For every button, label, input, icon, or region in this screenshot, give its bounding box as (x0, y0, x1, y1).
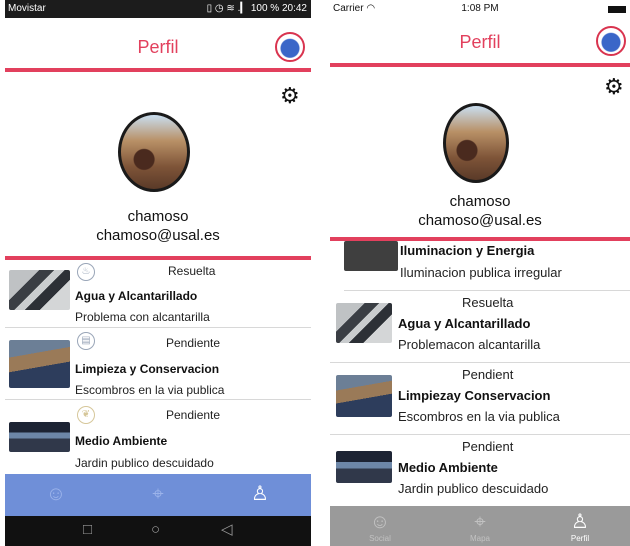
android-screen: Movistar ▯ ◷ ≋ .▎ 100 % 20:42 Perfil ⚙ c… (5, 0, 311, 546)
page-title: Perfil (137, 37, 179, 57)
incident-category: Iluminacion y Energia (400, 243, 535, 258)
profile-name: chamoso (449, 193, 511, 210)
status-bar: Carrier ◠ 1:08 PM (330, 0, 630, 18)
tab-social[interactable]: ☺ Social (330, 506, 430, 546)
list-item[interactable]: Pendient Medio Ambiente Jardin publico d… (330, 435, 630, 506)
incident-category: Limpieza y Conservacion (75, 362, 220, 376)
tab-profile[interactable]: ♙ (209, 474, 311, 516)
android-nav-bar: □ ○ ◁ (5, 516, 311, 546)
profile-name: chamoso (127, 208, 189, 225)
gear-icon[interactable]: ⚙ (604, 76, 624, 98)
incident-category: Agua y Alcantarillado (75, 289, 198, 303)
social-icon: ☺ (369, 511, 391, 533)
list-item[interactable]: Iluminacion y Energia Iluminacion public… (344, 241, 630, 291)
list-item[interactable]: Resuelta Agua y Alcantarillado Problemac… (330, 291, 630, 363)
status-icons: ▯ ◷ ≋ .▎ (206, 3, 249, 14)
list-item[interactable]: ▤ Pendiente Limpieza y Conservacion Esco… (5, 328, 311, 400)
water-icon: ♨ (77, 263, 95, 281)
incident-status: Pendiente (166, 336, 221, 350)
incident-description: Escombros en la via publica (398, 409, 560, 424)
carrier-label: Movistar (8, 3, 46, 14)
tab-label: Mapa (469, 534, 490, 543)
map-pin-icon: ⌖ (474, 511, 486, 533)
tab-social[interactable]: ☺ (5, 474, 107, 516)
social-icon: ☺ (45, 483, 67, 505)
list-item[interactable]: ♨ Resuelta Agua y Alcantarillado Problem… (5, 262, 311, 328)
incident-photo (336, 375, 392, 417)
incident-description: Escombros en la via publica (75, 383, 225, 397)
user-icon: ♙ (251, 483, 269, 505)
profile-email: chamoso@usal.es (96, 227, 220, 244)
avatar (443, 103, 509, 183)
incident-status: Resuelta (168, 264, 216, 278)
user-icon: ♙ (571, 511, 589, 533)
avatar (118, 112, 190, 192)
incident-description: Jardin publico descuidado (75, 456, 214, 470)
incident-description: Problemacon alcantarilla (398, 337, 541, 352)
home-button[interactable]: ○ (151, 522, 160, 537)
incident-category: Medio Ambiente (75, 434, 168, 448)
incident-description: Iluminacion publica irregular (400, 265, 562, 280)
incident-category: Limpiezay Conservacion (398, 388, 551, 403)
list-item[interactable]: Pendient Limpiezay Conservacion Escombro… (330, 363, 630, 435)
incident-photo (9, 422, 70, 452)
incident-status: Resuelta (462, 295, 514, 310)
incident-category: Medio Ambiente (398, 460, 498, 475)
university-logo (275, 32, 305, 62)
tab-label: Perfil (570, 534, 590, 543)
trash-icon: ▤ (77, 332, 95, 350)
clock: 1:08 PM (461, 3, 499, 14)
back-button[interactable]: ◁ (221, 522, 233, 537)
list-item[interactable]: ❦ Pendiente Medio Ambiente Jardin public… (5, 400, 311, 474)
incident-description: Problema con alcantarilla (75, 310, 210, 324)
incident-category: Agua y Alcantarillado (398, 316, 531, 331)
clock: 20:42 (281, 3, 307, 14)
profile-divider (5, 256, 311, 260)
gear-icon[interactable]: ⚙ (280, 85, 300, 107)
incident-photo (336, 303, 392, 343)
tab-bar: ☺ Social ⌖ Mapa ♙ Perfil (330, 506, 630, 546)
recents-button[interactable]: □ (83, 522, 92, 537)
tab-profile[interactable]: ♙ Perfil (530, 506, 630, 546)
battery-icon (608, 6, 626, 13)
incident-photo (9, 270, 70, 310)
map-pin-icon: ⌖ (152, 483, 164, 505)
tab-label: Social (369, 534, 391, 543)
profile-email: chamoso@usal.es (418, 212, 542, 229)
incident-photo (9, 340, 70, 388)
leaf-icon: ❦ (77, 406, 95, 424)
university-logo (596, 26, 626, 56)
status-bar: Movistar ▯ ◷ ≋ .▎ 100 % 20:42 (5, 0, 311, 18)
page-title: Perfil (459, 32, 501, 52)
incident-status: Pendient (462, 367, 514, 382)
incident-description: Jardin publico descuidado (398, 481, 549, 496)
battery-label: 100 % (250, 3, 280, 14)
incident-status: Pendient (462, 439, 514, 454)
incident-photo (336, 451, 392, 483)
incident-status: Pendiente (166, 408, 221, 422)
header-divider (330, 63, 630, 67)
tab-map[interactable]: ⌖ (107, 474, 209, 516)
ios-screen: Carrier ◠ 1:08 PM Perfil ⚙ chamoso chamo… (330, 0, 630, 546)
tab-map[interactable]: ⌖ Mapa (430, 506, 530, 546)
header-divider (5, 68, 311, 72)
tab-bar: ☺ ⌖ ♙ (5, 474, 311, 516)
incident-photo (344, 241, 398, 271)
